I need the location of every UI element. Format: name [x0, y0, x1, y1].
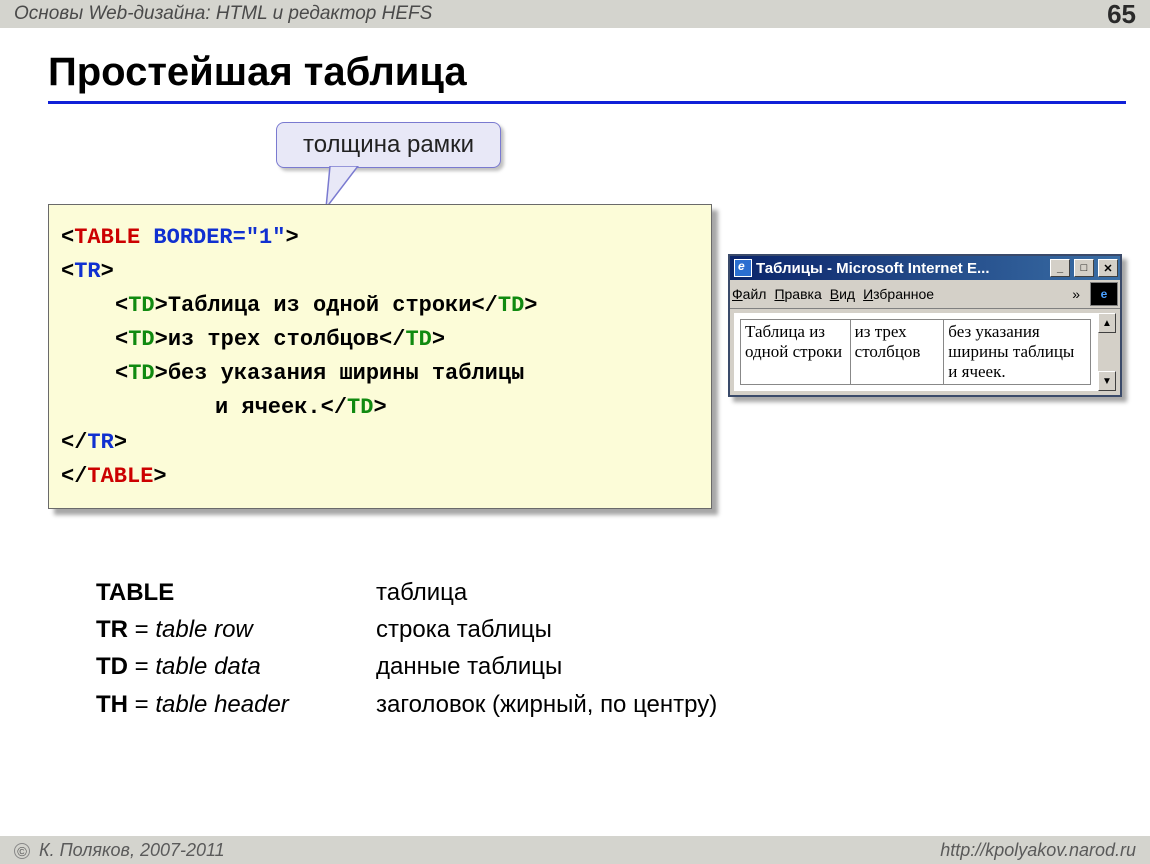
table-cell: Таблица из одной строки — [741, 320, 851, 385]
title-underline — [48, 101, 1126, 104]
window-title: Таблицы - Microsoft Internet E... — [756, 260, 1046, 277]
browser-viewport: Таблица из одной строки из трех столбцов… — [734, 313, 1097, 391]
menu-overflow-icon[interactable]: » — [1070, 286, 1082, 302]
header-bar: Основы Web-дизайна: HTML и редактор HEFS… — [0, 0, 1150, 28]
window-titlebar: Таблицы - Microsoft Internet E... _ □ ✕ — [730, 256, 1120, 280]
code-tag: TR — [74, 259, 100, 284]
code-tag: TD — [128, 327, 154, 352]
scroll-down-icon[interactable]: ▼ — [1098, 371, 1116, 391]
table-row: Таблица из одной строки из трех столбцов… — [741, 320, 1091, 385]
minimize-button[interactable]: _ — [1050, 259, 1070, 277]
list-item: TR = table row строка таблицы — [96, 611, 717, 648]
copyright-icon: © — [14, 843, 30, 859]
code-text: Таблица из одной строки — [168, 293, 472, 318]
code-tag: TD — [128, 361, 154, 386]
browser-preview: Таблицы - Microsoft Internet E... _ □ ✕ … — [728, 254, 1122, 397]
close-button[interactable]: ✕ — [1098, 259, 1118, 277]
menu-favorites[interactable]: Избранное — [863, 286, 934, 302]
scrollbar[interactable]: ▲ ▼ — [1097, 313, 1116, 391]
code-tag: TD — [128, 293, 154, 318]
code-tag: TABLE — [74, 225, 140, 250]
rendered-table: Таблица из одной строки из трех столбцов… — [740, 319, 1091, 385]
code-tag: TR — [87, 430, 113, 455]
code-tag: TABLE — [87, 464, 153, 489]
code-text: из трех столбцов — [168, 327, 379, 352]
code-attr: BORDER="1" — [140, 225, 285, 250]
code-text: без указания ширины таблицы — [168, 361, 524, 386]
footer-url: http://kpolyakov.narod.ru — [940, 840, 1136, 861]
ie-throbber-icon: e — [1090, 282, 1118, 306]
callout-bubble: толщина рамки — [276, 122, 501, 168]
menu-file[interactable]: Файл — [732, 286, 766, 302]
list-item: TH = table header заголовок (жирный, по … — [96, 686, 717, 723]
ie-logo-icon — [734, 259, 752, 277]
definitions-list: TABLE таблица TR = table row строка табл… — [96, 574, 717, 723]
footer-bar: © К. Поляков, 2007-2011 http://kpolyakov… — [0, 836, 1150, 864]
page-title: Простейшая таблица — [48, 50, 1150, 95]
menu-view[interactable]: Вид — [830, 286, 855, 302]
list-item: TABLE таблица — [96, 574, 717, 611]
code-block: <TABLE BORDER="1"> <TR> <TD>Таблица из о… — [48, 204, 712, 509]
maximize-button[interactable]: □ — [1074, 259, 1094, 277]
breadcrumb: Основы Web-дизайна: HTML и редактор HEFS — [14, 3, 432, 25]
page-number: 65 — [1107, 0, 1136, 30]
table-cell: без указания ширины таблицы и ячеек. — [944, 320, 1091, 385]
table-cell: из трех столбцов — [850, 320, 944, 385]
menu-edit[interactable]: Правка — [774, 286, 821, 302]
scroll-up-icon[interactable]: ▲ — [1098, 313, 1116, 333]
browser-menubar: Файл Правка Вид Избранное » e — [730, 280, 1120, 309]
copyright: © К. Поляков, 2007-2011 — [14, 840, 225, 861]
code-text: и ячеек. — [215, 395, 321, 420]
list-item: TD = table data данные таблицы — [96, 648, 717, 685]
